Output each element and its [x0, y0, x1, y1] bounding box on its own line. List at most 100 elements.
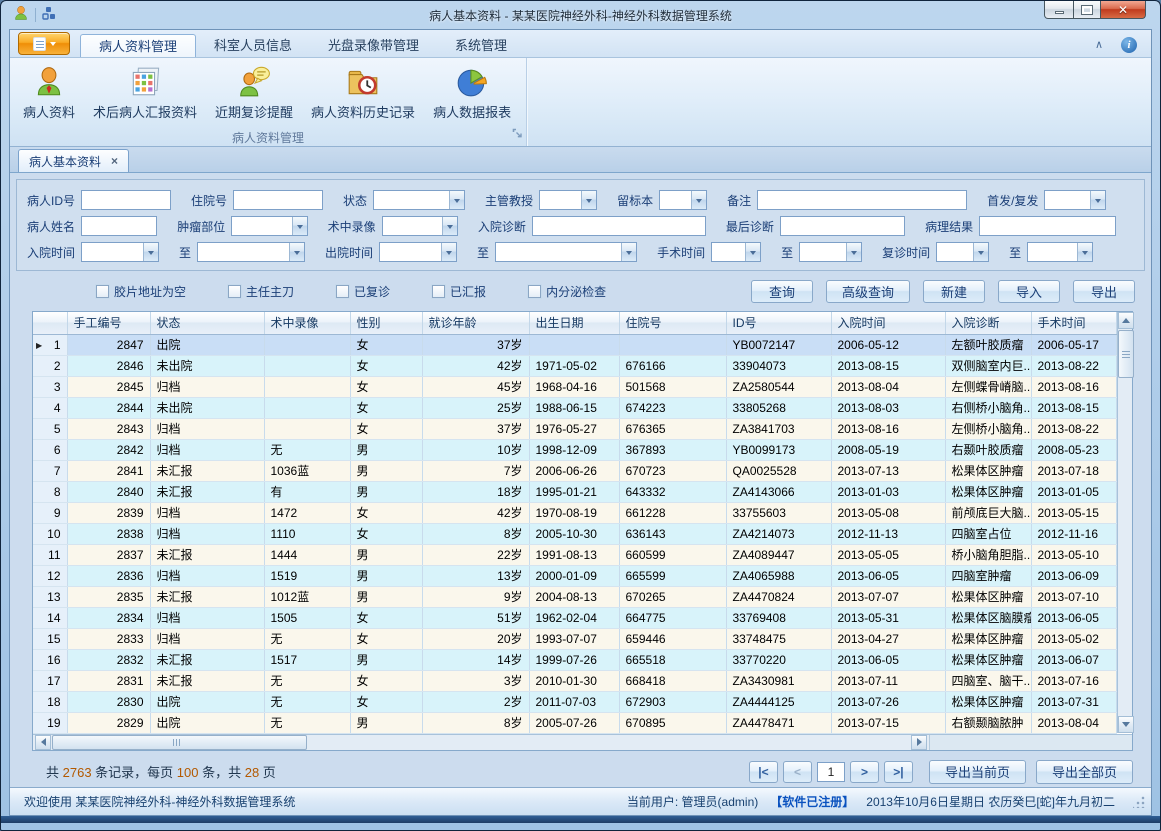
table-row[interactable]: 32845归档女45岁1968-04-16501568ZA25805442013…	[33, 376, 1116, 397]
row-header-cell[interactable]: 14	[33, 607, 67, 628]
cell-admission-no[interactable]: 670723	[619, 460, 726, 481]
cell-admission-diagnosis[interactable]: 右侧桥小脑角...	[945, 397, 1031, 418]
export-current-page-button[interactable]: 导出当前页	[929, 760, 1026, 784]
cell-admission-no[interactable]: 664775	[619, 607, 726, 628]
cell-surgery-date[interactable]: 2013-08-04	[1031, 712, 1116, 733]
cell-admission-date[interactable]: 2008-05-19	[831, 439, 945, 460]
cell-admission-no[interactable]: 665518	[619, 649, 726, 670]
cell-admission-diagnosis[interactable]: 四脑室、脑干...	[945, 670, 1031, 691]
cell-visit-age[interactable]: 14岁	[422, 649, 529, 670]
column-header-intraop-video[interactable]: 术中录像	[264, 312, 350, 334]
admission-date-from-combo[interactable]	[81, 242, 159, 262]
vertical-scroll-thumb[interactable]	[1118, 330, 1134, 378]
cell-admission-date[interactable]: 2006-05-12	[831, 334, 945, 355]
ribbon-button-recent-followup-reminder[interactable]: 近期复诊提醒	[206, 60, 302, 124]
intraop-video-dropdown-icon[interactable]	[442, 217, 457, 235]
cell-id-no[interactable]: ZA3430981	[726, 670, 831, 691]
cell-admission-diagnosis[interactable]: 右颞叶胶质瘤	[945, 439, 1031, 460]
specimen-combo[interactable]	[659, 190, 707, 210]
ribbon-button-patient-history-records[interactable]: 病人资料历史记录	[302, 60, 424, 124]
pager-last-button[interactable]: >|	[884, 761, 913, 783]
cell-birth-date[interactable]: 2010-01-30	[529, 670, 619, 691]
cell-admission-no[interactable]: 661228	[619, 502, 726, 523]
cell-visit-age[interactable]: 8岁	[422, 523, 529, 544]
cell-status[interactable]: 归档	[150, 523, 264, 544]
cell-admission-date[interactable]: 2013-04-27	[831, 628, 945, 649]
admission-date-to-combo[interactable]	[197, 242, 305, 262]
table-row[interactable]: 172831未汇报无女3岁2010-01-30668418ZA343098120…	[33, 670, 1116, 691]
row-header-cell[interactable]: 2	[33, 355, 67, 376]
cell-manual-id[interactable]: 2840	[67, 481, 150, 502]
cell-status[interactable]: 未汇报	[150, 670, 264, 691]
cell-admission-no[interactable]: 672903	[619, 691, 726, 712]
cell-manual-id[interactable]: 2834	[67, 607, 150, 628]
cell-intraop-video[interactable]: 无	[264, 691, 350, 712]
cell-admission-no[interactable]: 676166	[619, 355, 726, 376]
cell-gender[interactable]: 男	[350, 565, 422, 586]
table-row[interactable]: 112837未汇报1444男22岁1991-08-13660599ZA40894…	[33, 544, 1116, 565]
cell-gender[interactable]: 女	[350, 397, 422, 418]
column-header-manual-id[interactable]: 手工编号	[67, 312, 150, 334]
column-header-birth-date[interactable]: 出生日期	[529, 312, 619, 334]
cell-admission-no[interactable]: 643332	[619, 481, 726, 502]
status-registered-link[interactable]: 【软件已注册】	[770, 793, 854, 810]
cell-intraop-video[interactable]: 无	[264, 670, 350, 691]
reported-checkbox[interactable]	[432, 285, 445, 298]
cell-surgery-date[interactable]: 2013-05-15	[1031, 502, 1116, 523]
collapse-ribbon-icon[interactable]: ∧	[1095, 40, 1103, 50]
cell-manual-id[interactable]: 2843	[67, 418, 150, 439]
row-header-cell[interactable]: ▶1	[33, 334, 67, 355]
cell-surgery-date[interactable]: 2013-07-16	[1031, 670, 1116, 691]
cell-birth-date[interactable]: 2005-07-26	[529, 712, 619, 733]
cell-manual-id[interactable]: 2846	[67, 355, 150, 376]
cell-status[interactable]: 未汇报	[150, 460, 264, 481]
cell-gender[interactable]: 男	[350, 439, 422, 460]
row-header-cell[interactable]: 12	[33, 565, 67, 586]
cell-admission-diagnosis[interactable]: 桥小脑角胆脂...	[945, 544, 1031, 565]
cell-admission-diagnosis[interactable]: 松果体区肿瘤	[945, 649, 1031, 670]
table-row[interactable]: 192829出院无男8岁2005-07-26670895ZA4478471201…	[33, 712, 1116, 733]
cell-visit-age[interactable]: 22岁	[422, 544, 529, 565]
admission-date-from-dropdown-icon[interactable]	[143, 243, 158, 261]
cell-intraop-video[interactable]: 无	[264, 712, 350, 733]
table-row[interactable]: 182830出院无女2岁2011-07-03672903ZA4444125201…	[33, 691, 1116, 712]
cell-surgery-date[interactable]: 2006-05-17	[1031, 334, 1116, 355]
cell-surgery-date[interactable]: 2013-05-10	[1031, 544, 1116, 565]
cell-surgery-date[interactable]: 2008-05-23	[1031, 439, 1116, 460]
cell-admission-date[interactable]: 2012-11-13	[831, 523, 945, 544]
cell-status[interactable]: 未出院	[150, 355, 264, 376]
chief-professor-combo[interactable]	[539, 190, 597, 210]
column-header-gender[interactable]: 性别	[350, 312, 422, 334]
minimize-button[interactable]	[1044, 1, 1074, 19]
table-row[interactable]: 122836归档1519男13岁2000-01-09665599ZA406598…	[33, 565, 1116, 586]
row-header-cell[interactable]: 17	[33, 670, 67, 691]
cell-admission-date[interactable]: 2013-07-11	[831, 670, 945, 691]
cell-birth-date[interactable]: 1999-07-26	[529, 649, 619, 670]
cell-birth-date[interactable]: 1995-01-21	[529, 481, 619, 502]
discharge-date-to-dropdown-icon[interactable]	[621, 243, 636, 261]
cell-intraop-video[interactable]	[264, 397, 350, 418]
cell-birth-date[interactable]	[529, 334, 619, 355]
cell-admission-no[interactable]: 501568	[619, 376, 726, 397]
chief-professor-dropdown-icon[interactable]	[581, 191, 596, 209]
ribbon-button-postop-patient-report[interactable]: 术后病人汇报资料	[84, 60, 206, 124]
first-or-relapse-dropdown-icon[interactable]	[1090, 191, 1105, 209]
cell-gender[interactable]: 女	[350, 691, 422, 712]
cell-intraop-video[interactable]	[264, 376, 350, 397]
cell-id-no[interactable]: 33755603	[726, 502, 831, 523]
cell-manual-id[interactable]: 2830	[67, 691, 150, 712]
cell-visit-age[interactable]: 37岁	[422, 418, 529, 439]
cell-birth-date[interactable]: 2011-07-03	[529, 691, 619, 712]
cell-status[interactable]: 归档	[150, 628, 264, 649]
export-all-pages-button[interactable]: 导出全部页	[1036, 760, 1133, 784]
cell-manual-id[interactable]: 2831	[67, 670, 150, 691]
cell-birth-date[interactable]: 1970-08-19	[529, 502, 619, 523]
cell-admission-no[interactable]: 665599	[619, 565, 726, 586]
cell-birth-date[interactable]: 1998-12-09	[529, 439, 619, 460]
cell-status[interactable]: 未汇报	[150, 481, 264, 502]
cell-id-no[interactable]: 33769408	[726, 607, 831, 628]
cell-intraop-video[interactable]: 1012蓝	[264, 586, 350, 607]
intraop-video-combo[interactable]	[382, 216, 458, 236]
cell-admission-date[interactable]: 2013-06-05	[831, 565, 945, 586]
pathology-result-input[interactable]	[979, 216, 1116, 236]
